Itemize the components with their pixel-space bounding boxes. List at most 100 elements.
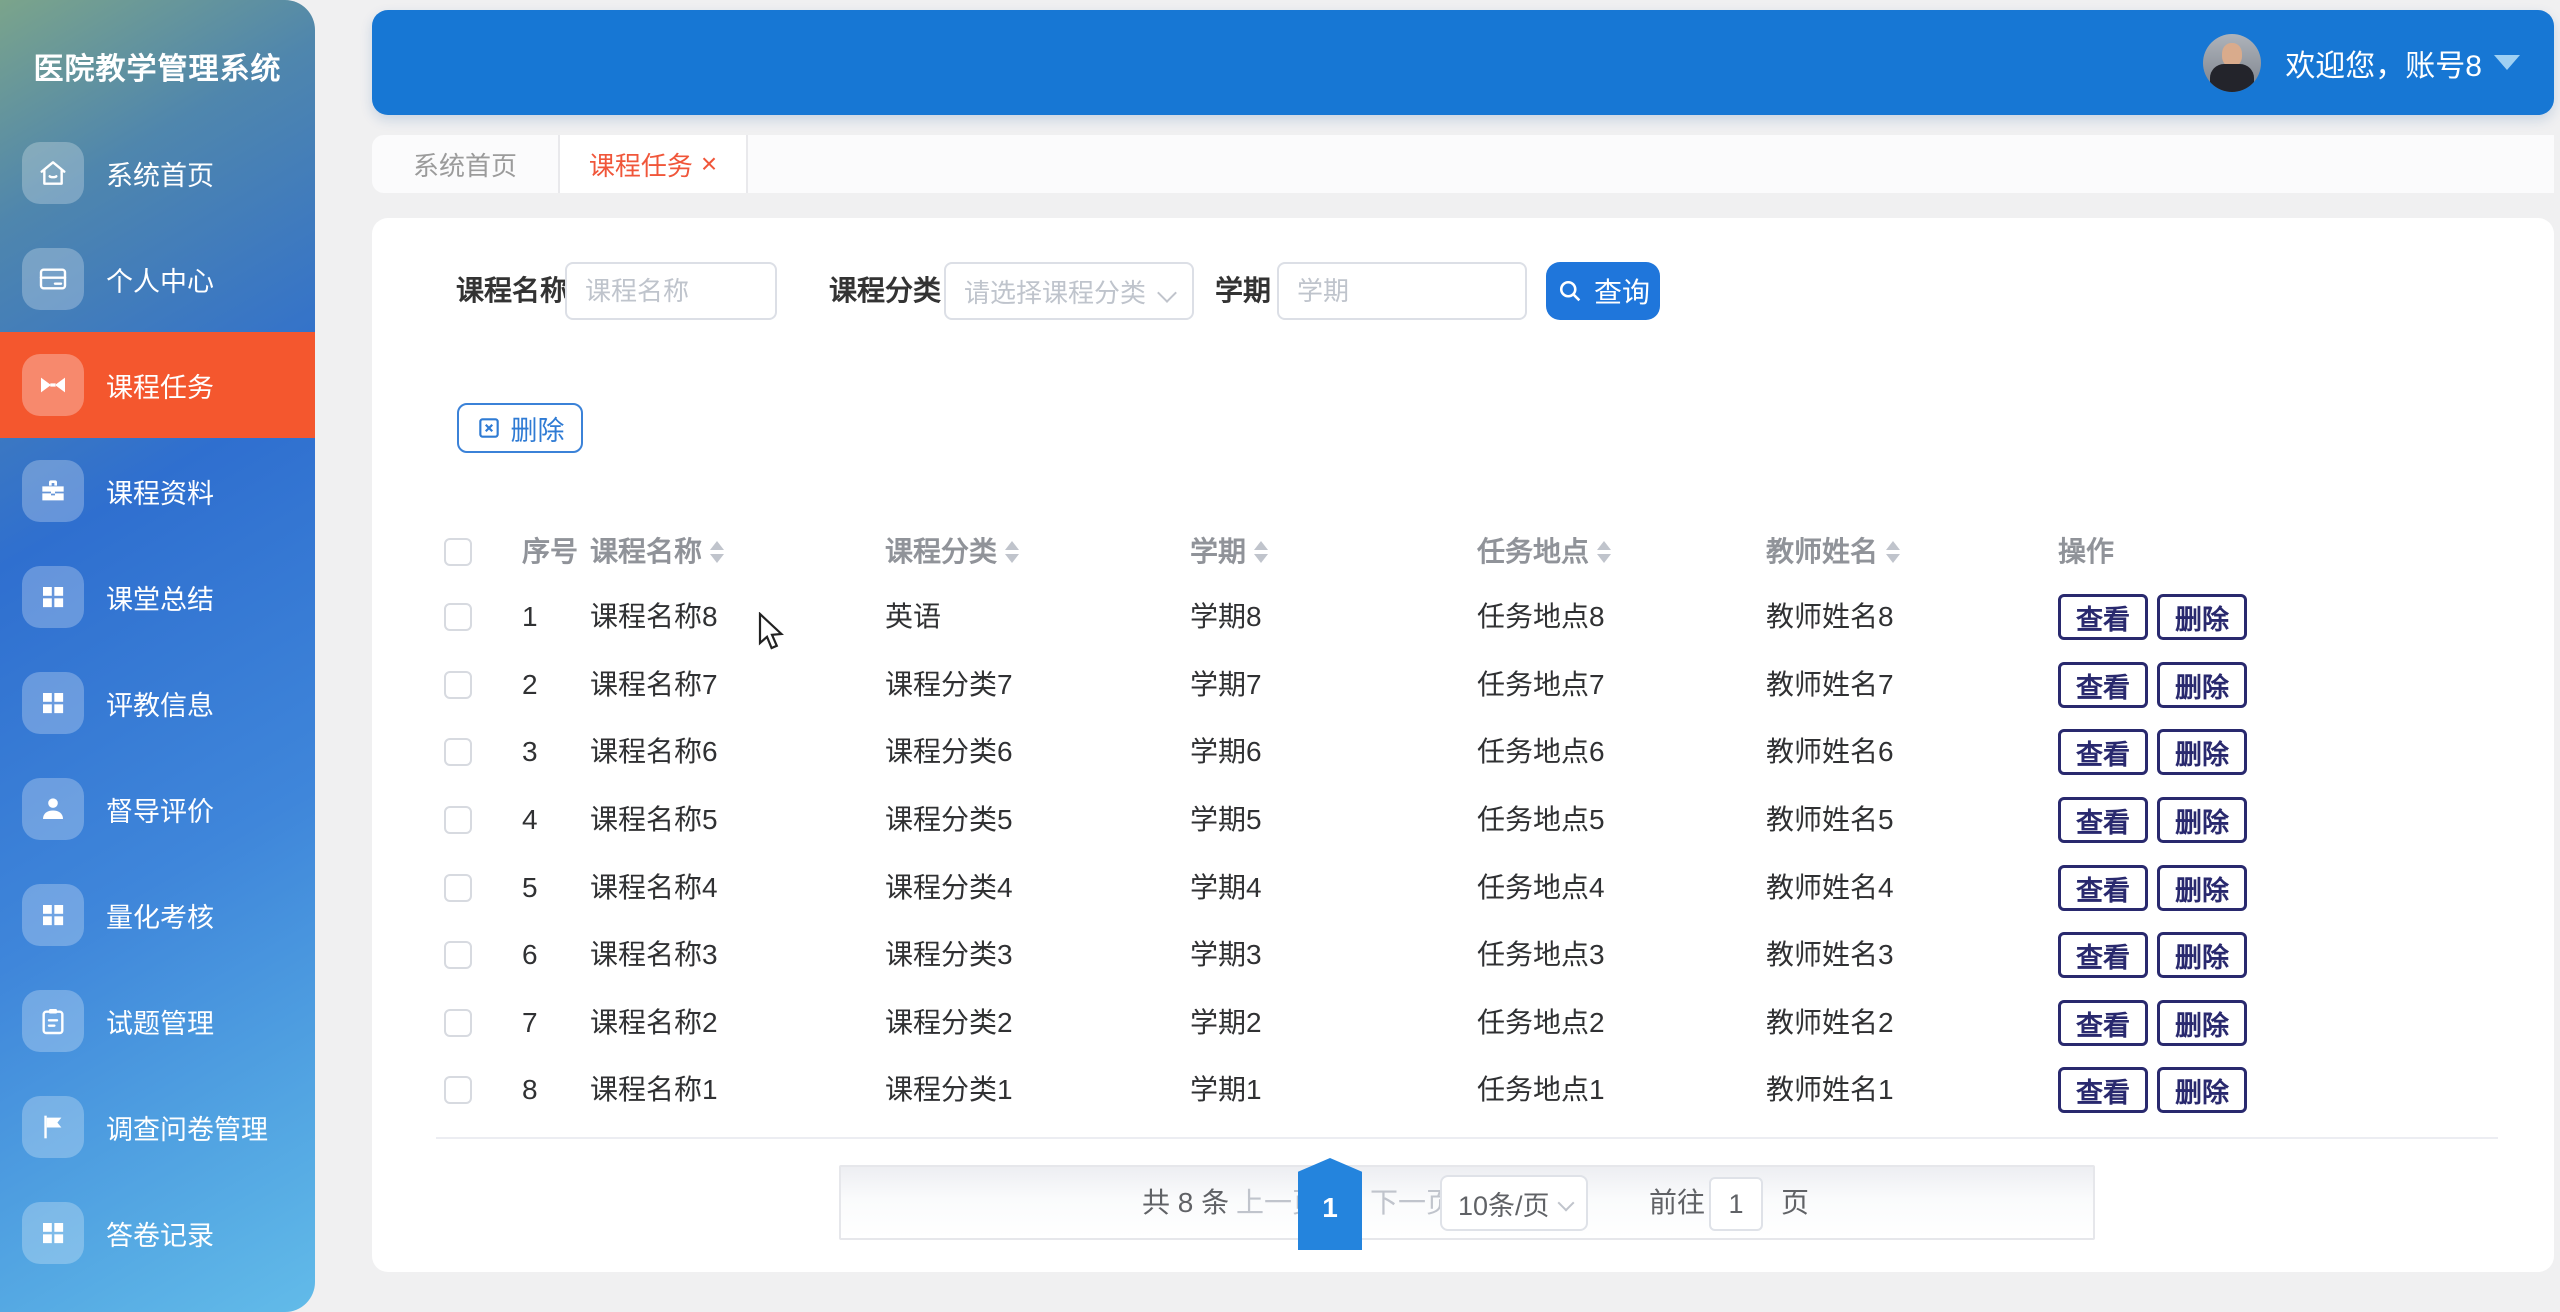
close-icon[interactable]: × bbox=[701, 150, 717, 178]
select-all-checkbox[interactable] bbox=[444, 538, 472, 566]
search-button-label: 查询 bbox=[1594, 271, 1650, 311]
row-checkbox[interactable] bbox=[444, 738, 472, 766]
cell-index: 7 bbox=[522, 989, 538, 1057]
view-button[interactable]: 查看 bbox=[2058, 865, 2148, 911]
column-header-5[interactable]: 任务地点 bbox=[1477, 520, 1611, 584]
term-input[interactable] bbox=[1277, 262, 1527, 320]
sidebar-item-profile[interactable]: 个人中心 bbox=[0, 226, 315, 332]
cell-location: 任务地点6 bbox=[1477, 718, 1605, 786]
current-page-button[interactable]: 1 bbox=[1298, 1158, 1362, 1250]
sidebar-item-class-summary[interactable]: 课堂总结 bbox=[0, 544, 315, 650]
cell-teacher: 教师姓名3 bbox=[1766, 921, 1894, 989]
row-checkbox[interactable] bbox=[444, 1009, 472, 1037]
cell-term: 学期7 bbox=[1190, 651, 1262, 719]
row-checkbox[interactable] bbox=[444, 1076, 472, 1104]
flag-icon bbox=[22, 1096, 84, 1158]
bulk-delete-button[interactable]: 删除 bbox=[457, 403, 583, 453]
row-checkbox[interactable] bbox=[444, 874, 472, 902]
delete-button[interactable]: 删除 bbox=[2157, 865, 2247, 911]
delete-button[interactable]: 删除 bbox=[2157, 594, 2247, 640]
sidebar-item-answer-records[interactable]: 答卷记录 bbox=[0, 1180, 315, 1286]
course-category-select[interactable]: 请选择课程分类 bbox=[944, 262, 1194, 320]
cell-name: 课程名称2 bbox=[590, 989, 718, 1057]
sidebar-item-label: 答卷记录 bbox=[106, 1214, 214, 1253]
grid-icon bbox=[22, 1202, 84, 1264]
table-header: 序号课程名称 课程分类 学期 任务地点 教师姓名 操作 bbox=[372, 520, 2554, 584]
sort-carets-icon[interactable] bbox=[1254, 541, 1268, 563]
sidebar-item-label: 课程任务 bbox=[106, 366, 214, 405]
row-checkbox[interactable] bbox=[444, 671, 472, 699]
view-button[interactable]: 查看 bbox=[2058, 662, 2148, 708]
goto-page-input[interactable] bbox=[1709, 1177, 1763, 1231]
view-button[interactable]: 查看 bbox=[2058, 594, 2148, 640]
course-name-input[interactable] bbox=[565, 262, 777, 320]
column-header-1: 序号 bbox=[522, 520, 578, 584]
column-header-4[interactable]: 学期 bbox=[1190, 520, 1268, 584]
column-header-label: 教师姓名 bbox=[1766, 520, 1878, 584]
tab-bar: 系统首页课程任务× bbox=[372, 135, 2554, 193]
cell-term: 学期3 bbox=[1190, 921, 1262, 989]
sort-carets-icon[interactable] bbox=[1597, 541, 1611, 563]
avatar-body bbox=[2210, 64, 2254, 92]
view-button[interactable]: 查看 bbox=[2058, 1000, 2148, 1046]
content-card: 课程名称 课程分类 请选择课程分类 学期 查询 删除 序号课程名称 课程分类 学期 任… bbox=[372, 218, 2554, 1272]
app-title: 医院教学管理系统 bbox=[0, 44, 315, 88]
cell-teacher: 教师姓名5 bbox=[1766, 786, 1894, 854]
sidebar-item-evaluation-info[interactable]: 评教信息 bbox=[0, 650, 315, 756]
cell-name: 课程名称1 bbox=[590, 1056, 718, 1124]
pagination-total: 共 8 条 bbox=[1142, 1167, 1229, 1238]
sidebar-item-label: 督导评价 bbox=[106, 790, 214, 829]
column-header-6[interactable]: 教师姓名 bbox=[1766, 520, 1900, 584]
cell-category: 课程分类4 bbox=[885, 854, 1013, 922]
sidebar-item-quantitative-assessment[interactable]: 量化考核 bbox=[0, 862, 315, 968]
column-header-2[interactable]: 课程名称 bbox=[590, 520, 724, 584]
table-row: 8课程名称1课程分类1学期1任务地点1教师姓名1查看删除 bbox=[372, 1056, 2554, 1124]
table-bottom-divider bbox=[436, 1137, 2498, 1139]
delete-button[interactable]: 删除 bbox=[2157, 932, 2247, 978]
grid-icon bbox=[22, 672, 84, 734]
tab-course-task[interactable]: 课程任务× bbox=[560, 135, 748, 193]
cell-index: 3 bbox=[522, 718, 538, 786]
cell-location: 任务地点7 bbox=[1477, 651, 1605, 719]
delete-button[interactable]: 删除 bbox=[2157, 797, 2247, 843]
column-header-7: 操作 bbox=[2058, 520, 2114, 584]
sidebar-item-supervision-review[interactable]: 督导评价 bbox=[0, 756, 315, 862]
avatar bbox=[2203, 34, 2261, 92]
cell-category: 课程分类7 bbox=[885, 651, 1013, 719]
row-checkbox[interactable] bbox=[444, 941, 472, 969]
column-header-label: 课程名称 bbox=[590, 520, 702, 584]
view-button[interactable]: 查看 bbox=[2058, 797, 2148, 843]
view-button[interactable]: 查看 bbox=[2058, 932, 2148, 978]
search-button[interactable]: 查询 bbox=[1546, 262, 1660, 320]
sort-carets-icon[interactable] bbox=[1005, 541, 1019, 563]
sidebar-item-home[interactable]: 系统首页 bbox=[0, 120, 315, 226]
sidebar-item-question-bank[interactable]: 试题管理 bbox=[0, 968, 315, 1074]
cell-teacher: 教师姓名2 bbox=[1766, 989, 1894, 1057]
cell-name: 课程名称5 bbox=[590, 786, 718, 854]
cell-index: 1 bbox=[522, 583, 538, 651]
sidebar-item-course-material[interactable]: 课程资料 bbox=[0, 438, 315, 544]
tab-home[interactable]: 系统首页 bbox=[372, 135, 560, 193]
user-menu[interactable]: 欢迎您，账号8 bbox=[2203, 10, 2520, 115]
delete-button[interactable]: 删除 bbox=[2157, 1000, 2247, 1046]
row-checkbox[interactable] bbox=[444, 603, 472, 631]
page-size-select[interactable]: 10条/页 bbox=[1440, 1175, 1588, 1231]
sidebar-item-course-task[interactable]: 课程任务 bbox=[0, 332, 315, 438]
sort-carets-icon[interactable] bbox=[1886, 541, 1900, 563]
view-button[interactable]: 查看 bbox=[2058, 729, 2148, 775]
cell-name: 课程名称7 bbox=[590, 651, 718, 719]
cell-category: 课程分类2 bbox=[885, 989, 1013, 1057]
sidebar-item-label: 系统首页 bbox=[106, 154, 214, 193]
row-checkbox[interactable] bbox=[444, 806, 472, 834]
delete-button[interactable]: 删除 bbox=[2157, 662, 2247, 708]
column-header-3[interactable]: 课程分类 bbox=[885, 520, 1019, 584]
delete-button[interactable]: 删除 bbox=[2157, 1067, 2247, 1113]
view-button[interactable]: 查看 bbox=[2058, 1067, 2148, 1113]
cell-category: 英语 bbox=[885, 583, 941, 651]
cell-location: 任务地点5 bbox=[1477, 786, 1605, 854]
grid-icon bbox=[22, 566, 84, 628]
delete-button[interactable]: 删除 bbox=[2157, 729, 2247, 775]
table-row: 2课程名称7课程分类7学期7任务地点7教师姓名7查看删除 bbox=[372, 651, 2554, 719]
sidebar-item-survey-management[interactable]: 调查问卷管理 bbox=[0, 1074, 315, 1180]
sort-carets-icon[interactable] bbox=[710, 541, 724, 563]
